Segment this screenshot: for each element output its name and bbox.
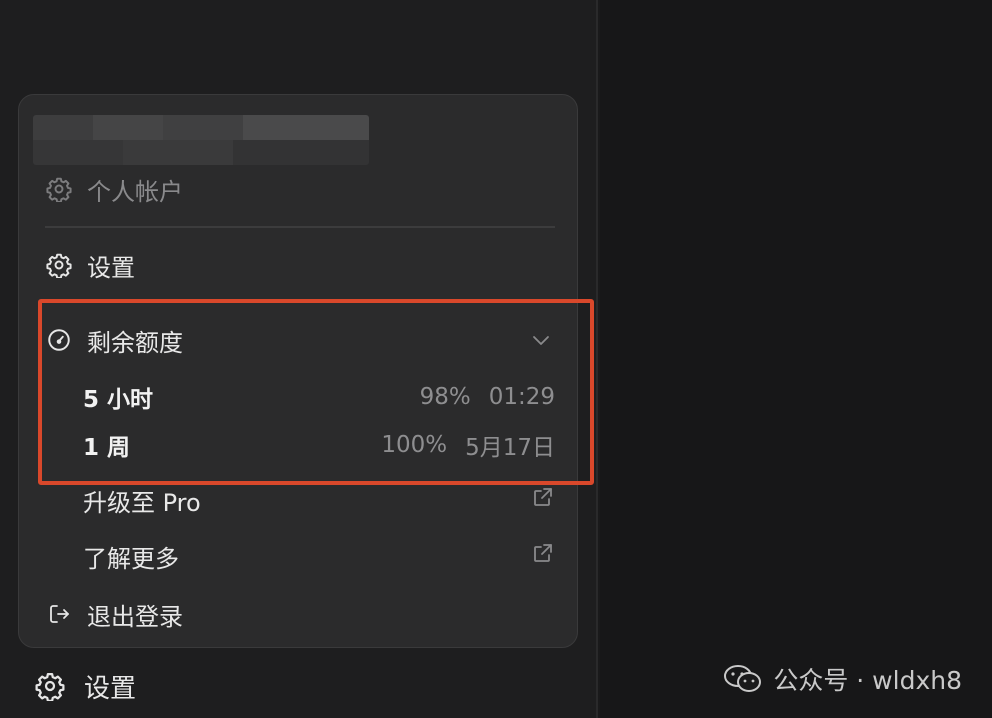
settings-item[interactable]: 设置 — [45, 245, 555, 285]
watermark-text: 公众号 · wldxh8 — [773, 666, 962, 695]
learn-more-label: 了解更多 — [83, 544, 179, 573]
gear-icon — [34, 670, 66, 702]
quota-percent: 98% — [419, 384, 471, 410]
external-link-icon — [531, 541, 555, 571]
personal-account-item[interactable]: 个人帐户 — [45, 169, 555, 209]
gauge-icon — [45, 326, 73, 354]
account-menu: 个人帐户 设置 剩余额度 5 小时 98% 01:29 1 周 100% 5月1… — [18, 94, 578, 648]
quota-row-5h: 5 小时 98% 01:29 — [83, 379, 555, 415]
logout-label: 退出登录 — [87, 602, 183, 631]
logout-icon — [45, 600, 73, 628]
remaining-quota-label: 剩余额度 — [87, 328, 183, 357]
sidebar-settings-button[interactable]: 设置 — [34, 664, 136, 708]
quota-percent: 100% — [381, 432, 448, 458]
quota-row-week: 1 周 100% 5月17日 — [83, 427, 555, 463]
external-link-icon — [531, 485, 555, 515]
remaining-quota-toggle[interactable]: 剩余额度 — [45, 320, 555, 360]
gear-icon — [45, 175, 73, 203]
chevron-down-icon — [527, 326, 555, 354]
quota-reset: 01:29 — [488, 384, 555, 410]
gear-icon — [45, 251, 73, 279]
sidebar-settings-label: 设置 — [84, 673, 137, 704]
personal-account-label: 个人帐户 — [87, 177, 183, 206]
upgrade-pro-link[interactable]: 升级至 Pro — [45, 480, 555, 520]
wechat-icon — [723, 664, 763, 694]
learn-more-link[interactable]: 了解更多 — [45, 536, 555, 576]
watermark: 公众号 · wldxh8 — [723, 662, 962, 696]
sidebar: 个人帐户 设置 剩余额度 5 小时 98% 01:29 1 周 100% 5月1… — [0, 0, 598, 718]
main-pane — [600, 0, 992, 718]
quota-name: 5 小时 — [83, 387, 154, 413]
settings-label: 设置 — [87, 253, 135, 282]
upgrade-pro-label: 升级至 Pro — [83, 488, 201, 517]
quota-name: 1 周 — [83, 435, 131, 461]
menu-divider — [45, 226, 555, 228]
quota-reset: 5月17日 — [465, 435, 555, 461]
blurred-username — [33, 115, 369, 165]
logout-item[interactable]: 退出登录 — [45, 594, 555, 634]
